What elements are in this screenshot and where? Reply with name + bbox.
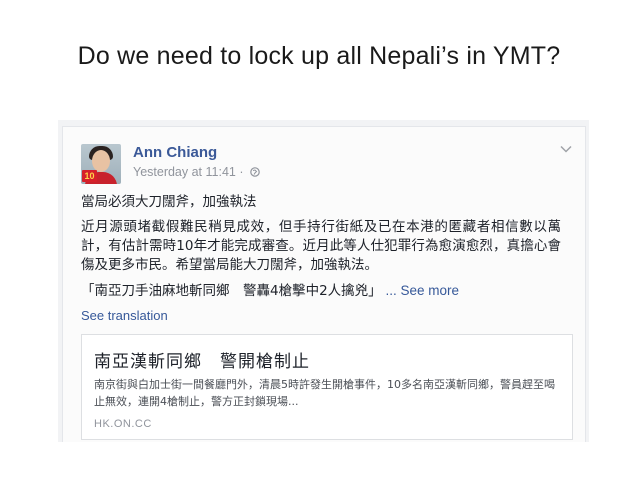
facebook-post-screenshot: 10 Ann Chiang Yesterday at 11:41 · 當局必須大… (58, 120, 589, 442)
avatar[interactable]: 10 (81, 144, 121, 184)
chevron-down-icon[interactable] (560, 145, 572, 153)
see-more-link[interactable]: ... See more (382, 283, 459, 298)
post-quote-line: 「南亞刀手油麻地斬同鄉 警轟4槍擊中2人擒兇」 ... See more (81, 281, 581, 301)
author-name[interactable]: Ann Chiang (133, 144, 217, 161)
avatar-badge: 10 (82, 170, 97, 182)
see-translation-link[interactable]: See translation (81, 308, 168, 323)
post-body: 近月源頭堵截假難民稍見成效，但手持行街紙及已在本港的匿藏者相信數以萬計，有估計需… (81, 219, 561, 273)
link-preview-title[interactable]: 南亞漢斬同鄉 警開槍制止 (94, 347, 310, 372)
post-meta: Yesterday at 11:41 · (133, 165, 260, 179)
globe-icon[interactable] (250, 167, 260, 177)
slide-title: Do we need to lock up all Nepali’s in YM… (77, 42, 561, 70)
link-preview-card[interactable]: 南亞漢斬同鄉 警開槍制止 南京街與白加士街一間餐廳門外，清晨5時許發生開槍事件，… (81, 334, 573, 440)
post-card: 10 Ann Chiang Yesterday at 11:41 · 當局必須大… (62, 126, 586, 442)
post-quote: 「南亞刀手油麻地斬同鄉 警轟4槍擊中2人擒兇」 (81, 283, 382, 299)
link-preview-domain: HK.ON.CC (94, 418, 152, 430)
post-headline: 當局必須大刀闊斧，加強執法 (81, 194, 257, 210)
post-timestamp[interactable]: Yesterday at 11:41 (133, 165, 236, 179)
meta-separator: · (235, 165, 247, 179)
post-text: 當局必須大刀闊斧，加強執法 近月源頭堵截假難民稍見成效，但手持行街紙及已在本港的… (81, 193, 581, 301)
link-preview-description: 南京街與白加士街一間餐廳門外，清晨5時許發生開槍事件，10多名南亞漢斬同鄉，警員… (94, 378, 555, 408)
